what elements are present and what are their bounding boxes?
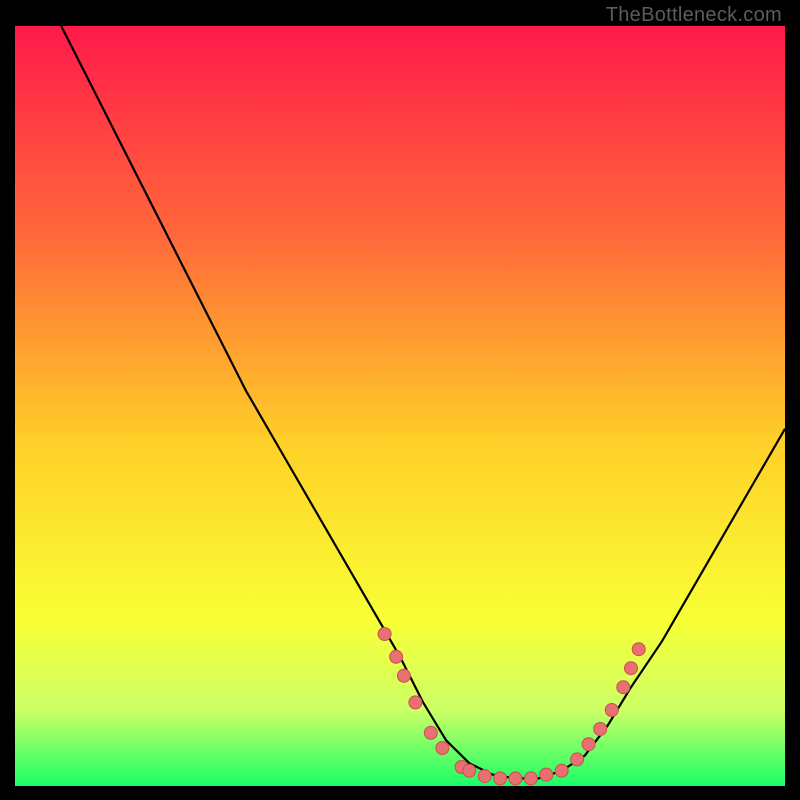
curve-marker	[397, 669, 410, 682]
curve-marker	[617, 681, 630, 694]
curve-marker	[409, 696, 422, 709]
curve-marker	[390, 650, 403, 663]
curve-marker	[625, 662, 638, 675]
curve-marker	[555, 764, 568, 777]
watermark-text: TheBottleneck.com	[606, 4, 782, 27]
curve-marker	[494, 772, 507, 785]
curve-marker	[632, 643, 645, 656]
curve-marker	[582, 738, 595, 751]
curve-marker	[463, 764, 476, 777]
plot-area	[15, 26, 785, 786]
curve-marker	[540, 768, 553, 781]
curve-marker	[571, 753, 584, 766]
curve-marker	[594, 723, 607, 736]
curve-marker	[605, 704, 618, 717]
plot-svg	[15, 26, 785, 786]
curve-marker	[378, 628, 391, 641]
curve-marker	[509, 772, 522, 785]
curve-marker	[424, 726, 437, 739]
curve-marker	[524, 772, 537, 785]
chart-stage: TheBottleneck.com	[0, 0, 800, 800]
curve-marker	[436, 742, 449, 755]
curve-marker	[478, 770, 491, 783]
